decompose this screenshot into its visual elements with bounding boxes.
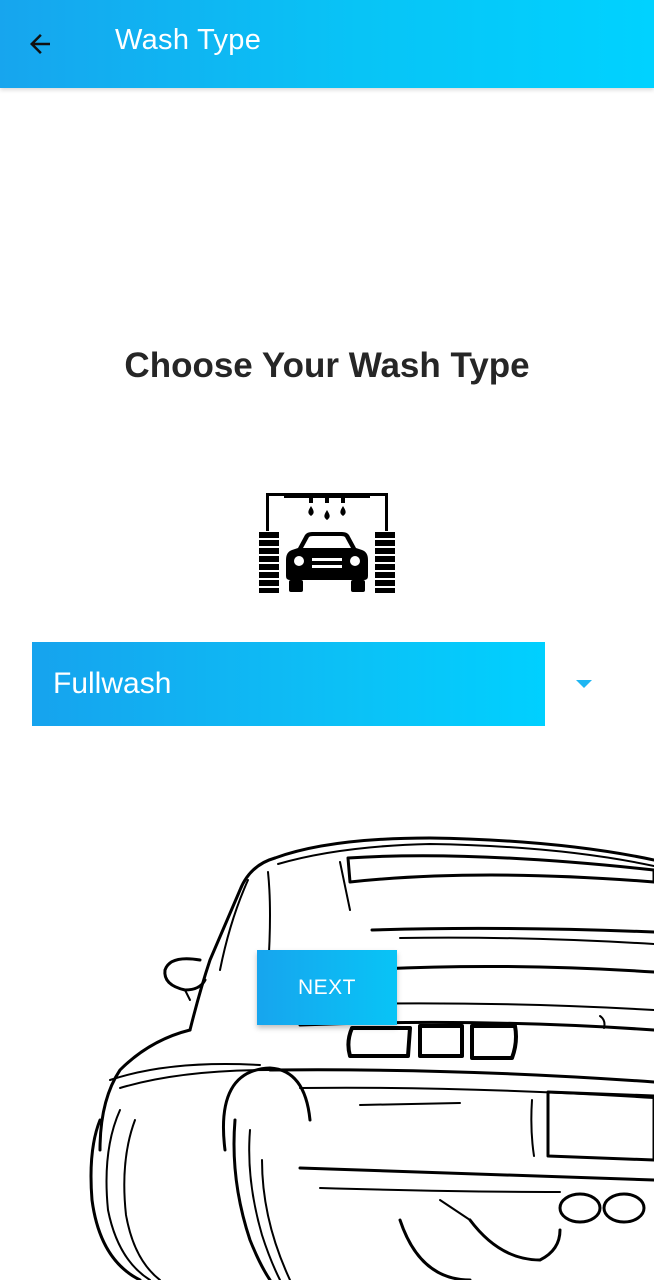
choose-wash-heading: Choose Your Wash Type xyxy=(124,346,530,385)
next-button[interactable]: NEXT xyxy=(257,950,397,1025)
arrow-left-icon xyxy=(30,34,50,54)
caret-down-icon[interactable] xyxy=(576,680,592,688)
back-button[interactable] xyxy=(18,22,62,66)
wash-type-selected-value: Fullwash xyxy=(53,667,172,700)
wash-type-screen: Wash Type Choose Your Wash Type Fullwash… xyxy=(0,0,654,1280)
car-wash-icon xyxy=(259,493,395,593)
app-bar: Wash Type xyxy=(0,0,654,88)
wash-type-select[interactable]: Fullwash xyxy=(32,642,545,726)
car-rear-sketch xyxy=(89,836,654,1280)
page-title: Wash Type xyxy=(115,24,262,56)
